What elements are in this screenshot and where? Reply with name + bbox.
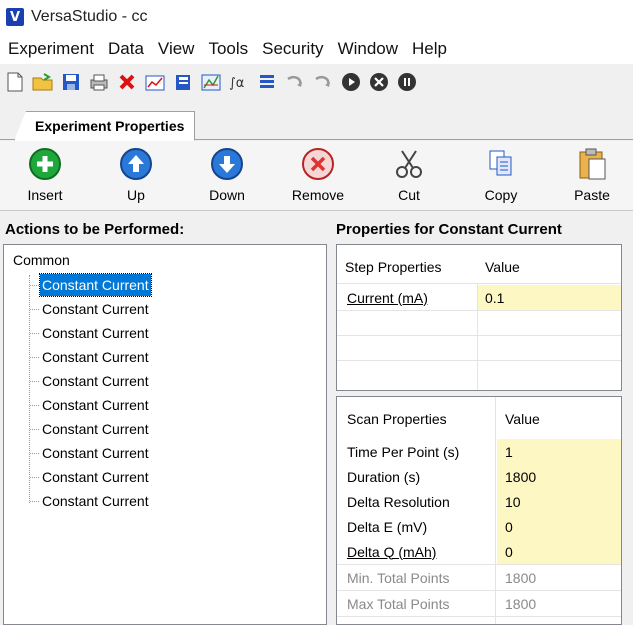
copy-label: Copy — [484, 187, 518, 203]
down-button[interactable]: Down — [192, 147, 262, 207]
tree-item[interactable]: Constant Current — [40, 322, 151, 344]
actions-tree[interactable]: Common Constant Current Constant Current… — [3, 244, 327, 625]
undo-icon[interactable] — [284, 71, 306, 93]
tree-item-selected[interactable]: Constant Current — [39, 273, 152, 297]
remove-icon — [300, 147, 336, 181]
new-file-icon[interactable] — [4, 71, 26, 93]
scan-row-value[interactable]: 10 — [497, 489, 621, 514]
tab-experiment-properties[interactable]: Experiment Properties — [14, 111, 196, 141]
scan-row-value[interactable]: 1 — [497, 439, 621, 464]
copy-icon — [483, 147, 519, 181]
properties-header: Properties for Constant Current — [336, 221, 562, 238]
up-button[interactable]: Up — [101, 147, 171, 207]
tree-item[interactable]: Constant Current — [40, 346, 151, 368]
insert-icon — [27, 147, 63, 181]
menu-window[interactable]: Window — [334, 39, 402, 59]
scan-row-value[interactable]: 1800 — [497, 464, 621, 489]
scan-row-name: Delta E (mV) — [347, 518, 428, 535]
scan-row-name: Delta Resolution — [347, 493, 450, 510]
cut-label: Cut — [398, 187, 420, 203]
tree-item[interactable]: Constant Current — [40, 394, 151, 416]
menu-bar: Experiment Data View Tools Security Wind… — [0, 34, 633, 64]
save-icon[interactable] — [60, 71, 82, 93]
step-col-name-header: Step Properties — [337, 253, 477, 281]
menu-security[interactable]: Security — [258, 39, 327, 59]
tree-root-common[interactable]: Common — [13, 252, 70, 268]
scan-row-value: 1800 — [505, 595, 537, 612]
stop-icon[interactable] — [368, 71, 390, 93]
insert-button[interactable]: Insert — [10, 147, 80, 207]
menu-data[interactable]: Data — [104, 39, 148, 59]
app-logo-icon: V — [6, 8, 24, 26]
scan-properties-grid: Scan Properties Value Time Per Point (s)… — [336, 396, 622, 625]
scan-row-name: Max Total Points — [347, 595, 450, 612]
scan-row-name: Min. Total Points — [347, 569, 450, 586]
insert-label: Insert — [27, 187, 63, 203]
tree-item[interactable]: Constant Current — [40, 442, 151, 464]
step-col-value-header: Value — [477, 253, 621, 281]
remove-button[interactable]: Remove — [283, 147, 353, 207]
tab-strip: Experiment Properties — [0, 100, 633, 141]
window-title: VersaStudio - cc — [31, 8, 148, 25]
scan-row-name: Delta Q (mAh) — [347, 543, 437, 560]
tree-item[interactable]: Constant Current — [40, 298, 151, 320]
print-icon[interactable] — [88, 71, 110, 93]
open-folder-icon[interactable] — [32, 71, 54, 93]
play-icon[interactable] — [340, 71, 362, 93]
tree-item[interactable]: Constant Current — [40, 370, 151, 392]
scan-col-value-header: Value — [497, 405, 621, 433]
svg-text:∫α: ∫α — [229, 76, 244, 91]
paste-button[interactable]: Paste — [557, 147, 627, 207]
copy-button[interactable]: Copy — [466, 147, 536, 207]
scan-row-value[interactable]: 0 — [497, 539, 621, 564]
scan-row-value[interactable]: 0 — [497, 514, 621, 539]
list-icon[interactable] — [256, 71, 278, 93]
menu-help[interactable]: Help — [408, 39, 451, 59]
title-bar: V VersaStudio - cc — [0, 0, 633, 34]
cut-button[interactable]: Cut — [374, 147, 444, 207]
pause-icon[interactable] — [396, 71, 418, 93]
remove-label: Remove — [291, 187, 345, 203]
tree-item[interactable]: Constant Current — [40, 466, 151, 488]
scan-row-value: 1800 — [505, 569, 537, 586]
tree-item[interactable]: Constant Current — [40, 418, 151, 440]
scan-col-name-header: Scan Properties — [339, 405, 495, 433]
up-label: Up — [127, 187, 145, 203]
notebook-icon[interactable] — [172, 71, 194, 93]
redo-icon[interactable] — [312, 71, 334, 93]
delete-icon[interactable] — [116, 71, 138, 93]
action-bar: Insert Up Down Remove Cut Copy Paste — [0, 141, 633, 211]
down-arrow-icon — [209, 147, 245, 181]
step-properties-grid: Step Properties Value Current (mA) 0.1 — [336, 244, 622, 391]
chart-icon[interactable] — [144, 71, 166, 93]
toolbar: ∫α — [0, 64, 633, 100]
down-label: Down — [209, 187, 245, 203]
menu-tools[interactable]: Tools — [204, 39, 252, 59]
menu-view[interactable]: View — [154, 39, 199, 59]
scan-row-name: Duration (s) — [347, 468, 421, 485]
scan-row-name: Time Per Point (s) — [347, 443, 460, 460]
scissors-icon — [391, 147, 427, 181]
up-arrow-icon — [118, 147, 154, 181]
step-row-name: Current (mA) — [347, 289, 428, 306]
step-row-value[interactable]: 0.1 — [477, 285, 621, 310]
actions-header: Actions to be Performed: — [5, 221, 185, 238]
paste-label: Paste — [574, 187, 610, 203]
analysis-icon[interactable]: ∫α — [228, 71, 250, 93]
graph-icon[interactable] — [200, 71, 222, 93]
menu-experiment[interactable]: Experiment — [4, 39, 98, 59]
paste-icon — [574, 147, 610, 181]
tree-item[interactable]: Constant Current — [40, 490, 151, 512]
